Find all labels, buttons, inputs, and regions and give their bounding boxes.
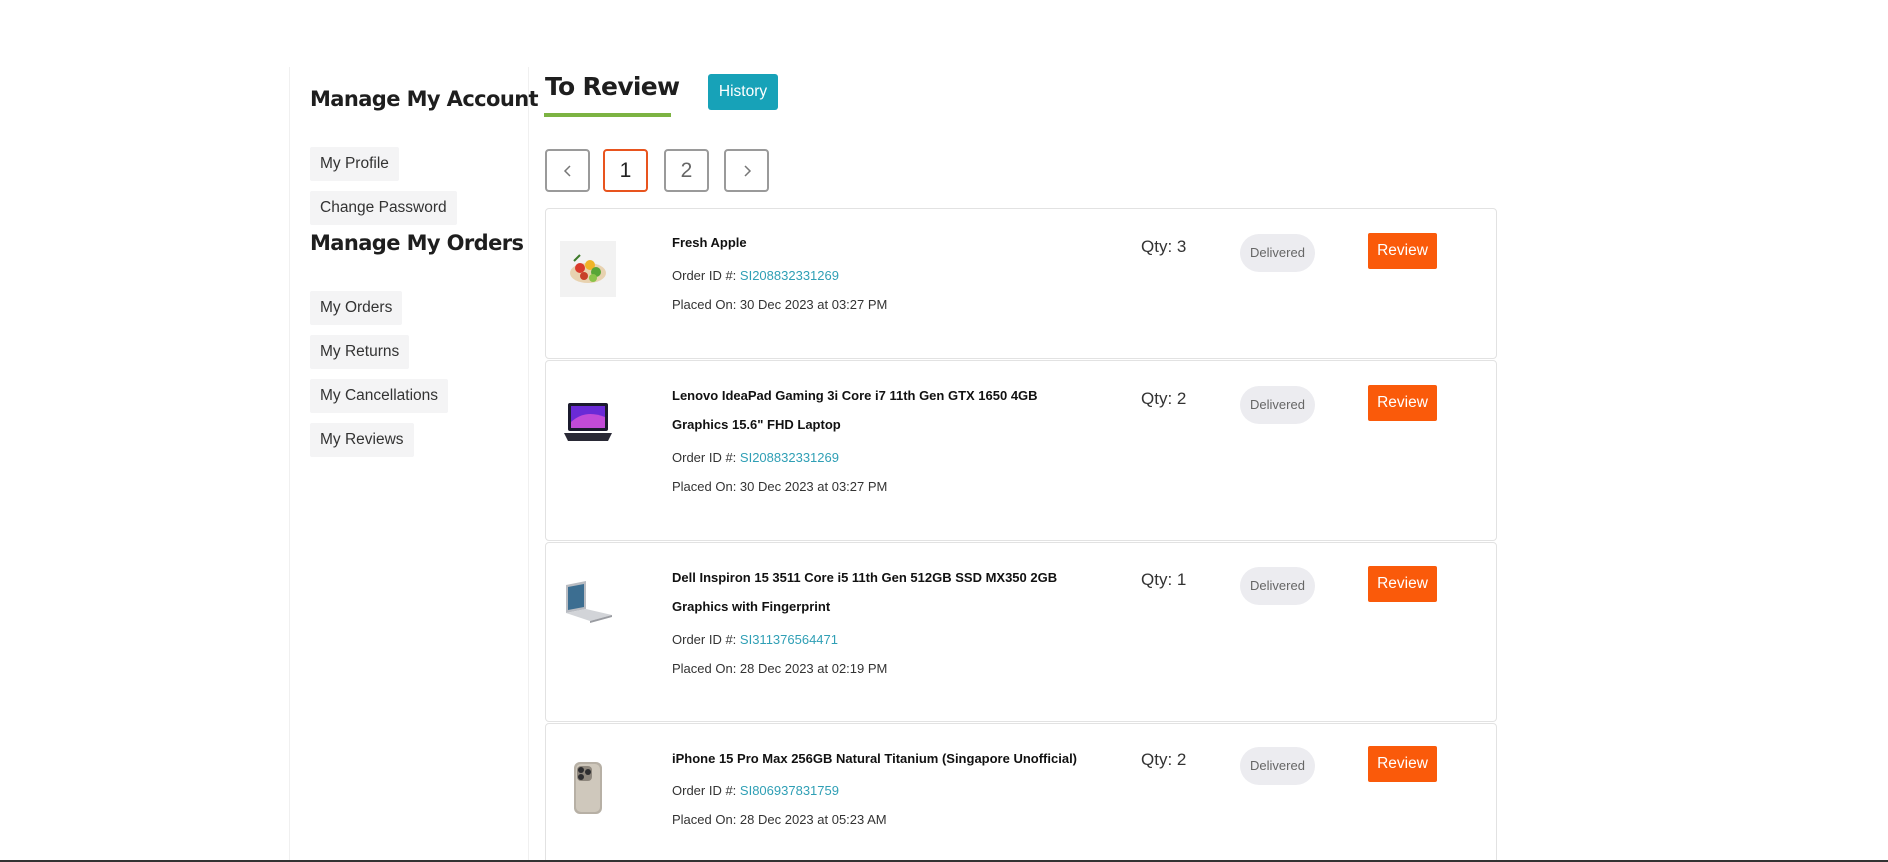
placed-on-text: Placed On: 28 Dec 2023 at 05:23 AM bbox=[672, 812, 887, 827]
fruit-salad-image bbox=[560, 241, 616, 297]
prev-page-button[interactable] bbox=[545, 149, 590, 192]
order-id-link[interactable]: SI208832331269 bbox=[740, 450, 839, 465]
product-thumbnail bbox=[560, 241, 616, 297]
manage-account-heading: Manage My Account bbox=[310, 87, 539, 111]
order-id-label: Order ID #: bbox=[672, 450, 737, 465]
account-sidebar: Manage My Account My Profile Change Pass… bbox=[289, 67, 539, 862]
status-badge: Delivered bbox=[1240, 747, 1315, 785]
sidebar-item-my-orders[interactable]: My Orders bbox=[310, 291, 403, 325]
product-thumbnail bbox=[560, 397, 616, 453]
order-id-label: Order ID #: bbox=[672, 632, 737, 647]
gaming-laptop-image bbox=[564, 403, 612, 441]
order-card: Dell Inspiron 15 3511 Core i5 11th Gen 5… bbox=[545, 542, 1497, 722]
product-name[interactable]: Fresh Apple bbox=[672, 228, 1092, 257]
order-id-line: Order ID #: SI806937831759 bbox=[672, 783, 839, 798]
order-id-link[interactable]: SI208832331269 bbox=[740, 268, 839, 283]
next-page-button[interactable] bbox=[724, 149, 769, 192]
active-tab-underline bbox=[544, 113, 671, 117]
order-id-line: Order ID #: SI311376564471 bbox=[672, 632, 838, 647]
page-1-button[interactable]: 1 bbox=[603, 149, 648, 192]
product-thumbnail bbox=[560, 760, 616, 816]
review-button[interactable]: Review bbox=[1368, 385, 1437, 421]
placed-on-text: Placed On: 30 Dec 2023 at 03:27 PM bbox=[672, 297, 888, 312]
product-name[interactable]: Lenovo IdeaPad Gaming 3i Core i7 11th Ge… bbox=[672, 381, 1092, 439]
sidebar-item-my-profile[interactable]: My Profile bbox=[310, 147, 399, 181]
sidebar-item-my-returns[interactable]: My Returns bbox=[310, 335, 410, 369]
product-name[interactable]: iPhone 15 Pro Max 256GB Natural Titanium… bbox=[672, 744, 1092, 773]
tab-to-review[interactable]: To Review bbox=[545, 72, 680, 101]
chevron-right-icon bbox=[743, 165, 751, 177]
status-badge: Delivered bbox=[1240, 567, 1315, 605]
order-id-link[interactable]: SI311376564471 bbox=[740, 632, 838, 647]
silver-laptop-image bbox=[566, 581, 612, 623]
order-card: Lenovo IdeaPad Gaming 3i Core i7 11th Ge… bbox=[545, 360, 1497, 541]
product-thumbnail bbox=[560, 577, 616, 633]
order-id-link[interactable]: SI806937831759 bbox=[740, 783, 839, 798]
manage-orders-heading: Manage My Orders bbox=[310, 231, 524, 255]
order-id-line: Order ID #: SI208832331269 bbox=[672, 450, 839, 465]
iphone-image bbox=[574, 762, 602, 814]
quantity-text: Qty: 1 bbox=[1141, 570, 1187, 589]
quantity-text: Qty: 2 bbox=[1141, 389, 1187, 408]
chevron-left-icon bbox=[563, 165, 571, 177]
review-button[interactable]: Review bbox=[1368, 566, 1437, 602]
product-name[interactable]: Dell Inspiron 15 3511 Core i5 11th Gen 5… bbox=[672, 563, 1092, 621]
review-button[interactable]: Review bbox=[1368, 233, 1437, 269]
review-button[interactable]: Review bbox=[1368, 746, 1437, 782]
order-id-label: Order ID #: bbox=[672, 268, 737, 283]
placed-on-text: Placed On: 28 Dec 2023 at 02:19 PM bbox=[672, 661, 888, 676]
order-card: iPhone 15 Pro Max 256GB Natural Titanium… bbox=[545, 723, 1497, 862]
history-button[interactable]: History bbox=[708, 74, 778, 110]
status-badge: Delivered bbox=[1240, 386, 1315, 424]
order-id-label: Order ID #: bbox=[672, 783, 737, 798]
sidebar-item-my-reviews[interactable]: My Reviews bbox=[310, 423, 414, 457]
quantity-text: Qty: 2 bbox=[1141, 750, 1187, 769]
status-badge: Delivered bbox=[1240, 234, 1315, 272]
sidebar-item-change-password[interactable]: Change Password bbox=[310, 191, 457, 225]
sidebar-item-my-cancellations[interactable]: My Cancellations bbox=[310, 379, 449, 413]
order-card: Fresh Apple Order ID #: SI208832331269 P… bbox=[545, 208, 1497, 359]
quantity-text: Qty: 3 bbox=[1141, 237, 1187, 256]
order-id-line: Order ID #: SI208832331269 bbox=[672, 268, 839, 283]
placed-on-text: Placed On: 30 Dec 2023 at 03:27 PM bbox=[672, 479, 888, 494]
reviews-main: To Review History 1 2 Fresh Apple Order … bbox=[544, 0, 1499, 862]
page-2-button[interactable]: 2 bbox=[664, 149, 709, 192]
